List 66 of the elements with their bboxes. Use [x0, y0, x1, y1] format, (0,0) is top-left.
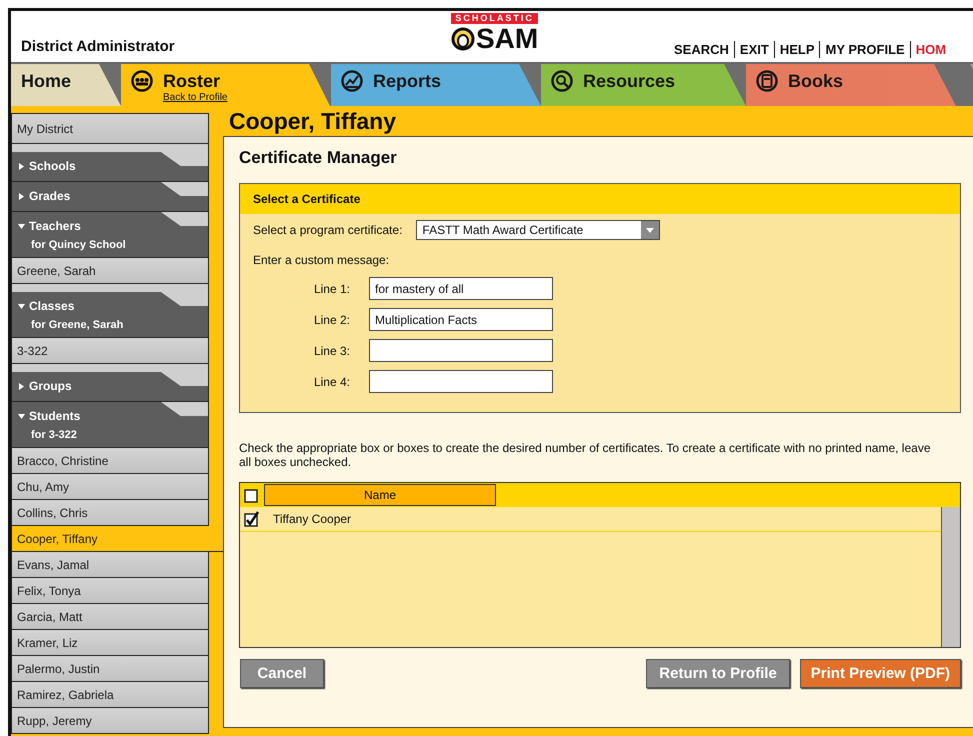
header-link[interactable]: MY PROFILE [819, 41, 910, 58]
triangle-right-icon [18, 192, 25, 200]
sidebar-item[interactable]: My District [11, 113, 209, 144]
sidebar-item[interactable]: Palermo, Justin [11, 656, 209, 682]
panel-title: Certificate Manager [239, 147, 398, 169]
back-link[interactable]: Back to Profile [163, 92, 228, 103]
message-field[interactable] [369, 339, 553, 362]
column-header[interactable]: Name [264, 484, 496, 506]
caret-icon [641, 221, 660, 239]
box-title: Select a Certificate [240, 184, 960, 214]
sidebar-item[interactable]: Rupp, Jeremy [11, 708, 209, 734]
sidebar-item[interactable]: 3-322 [11, 338, 209, 364]
sidebar-item[interactable]: Evans, Jamal [11, 552, 209, 578]
sidebar-item[interactable]: Cooper, Tiffany [11, 526, 223, 552]
nav-tab[interactable]: Home [11, 64, 121, 106]
field-label: Enter a custom message: [252, 252, 390, 269]
brand-name: SAM [476, 24, 538, 54]
book-icon [756, 70, 778, 92]
page-title: Cooper, Tiffany [228, 107, 397, 136]
sidebar-item[interactable]: Chu, Amy [11, 474, 209, 500]
nav-tab[interactable]: Resources [541, 64, 746, 106]
sidebar-section[interactable]: Grades [12, 182, 208, 212]
sidebar-item[interactable]: Garcia, Matt [11, 604, 209, 630]
instructions: Check the appropriate box or boxes to create the desired number of certificates. To create a certificate with no printed name, leave all boxes unchecked. [239, 441, 932, 469]
header-link[interactable]: SEARCH [669, 41, 734, 58]
chart-icon [341, 70, 363, 92]
message-field[interactable]: Multiplication Facts [369, 308, 553, 331]
triangle-down-icon [18, 302, 25, 310]
field-label: Line 1: [312, 282, 350, 296]
field-label: Line 2: [312, 312, 350, 326]
user-role: District Administrator [21, 38, 175, 55]
sidebar-item[interactable]: Felix, Tonya [11, 578, 209, 604]
nav-tab[interactable]: Roster Back to Profile [121, 64, 331, 106]
field-label: Select a program certificate: [253, 223, 402, 237]
sidebar-section[interactable]: Teachers for Quincy School [12, 212, 208, 258]
message-field[interactable] [369, 370, 553, 393]
header-link[interactable]: HOM [910, 41, 952, 58]
triangle-down-icon [18, 222, 25, 230]
header-link[interactable]: HELP [774, 41, 820, 58]
sidebar-item[interactable]: Greene, Sarah [11, 258, 209, 284]
certificate-dropdown[interactable]: FASTT Math Award Certificate [416, 220, 660, 240]
field-label: Line 4: [312, 374, 350, 388]
sidebar-section[interactable]: Schools [12, 152, 208, 182]
triangle-right-icon [18, 382, 25, 390]
checkbox[interactable] [244, 511, 260, 527]
checkbox[interactable] [244, 487, 260, 503]
message-field[interactable]: for mastery of all [369, 277, 553, 300]
nav-tab[interactable]: Reports [331, 64, 541, 106]
triangle-right-icon [18, 162, 25, 170]
nav-tab[interactable]: Books [746, 64, 956, 106]
sidebar-item[interactable]: Collins, Chris [11, 500, 209, 526]
magnifier-icon [551, 70, 573, 92]
sidebar-section[interactable]: Groups [12, 372, 208, 402]
triangle-down-icon [18, 412, 25, 420]
field-label: Line 3: [312, 344, 350, 358]
sidebar-section[interactable]: Classes for Greene, Sarah [12, 292, 208, 338]
sidebar-item[interactable]: Kramer, Liz [11, 630, 209, 656]
header-link[interactable]: EXIT [734, 41, 774, 58]
logo-icon [451, 27, 475, 51]
scrollbar[interactable] [941, 507, 960, 647]
people-icon [131, 70, 153, 92]
sidebar-item[interactable]: Ramirez, Gabriela [11, 682, 209, 708]
table-cell: Tiffany Cooper [273, 512, 352, 526]
sidebar-item[interactable]: Bracco, Christine [11, 448, 209, 474]
sidebar-section[interactable]: Students for 3-322 [12, 402, 208, 448]
brand-tag: SCHOLASTIC [451, 13, 538, 24]
